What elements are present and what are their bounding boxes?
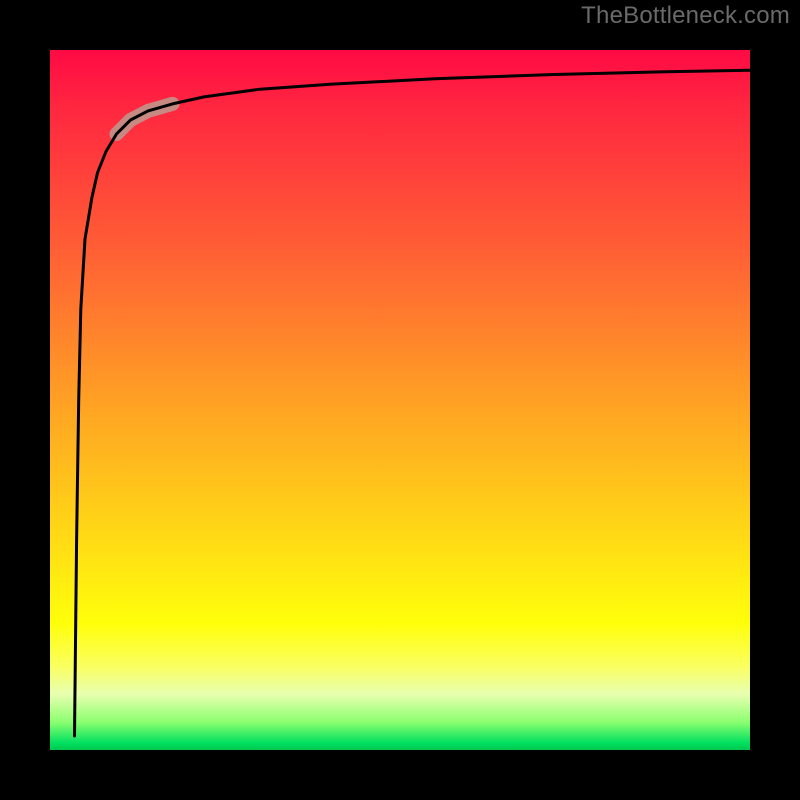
- curve-layer: [50, 50, 750, 750]
- highlight-segment: [117, 104, 173, 134]
- main-curve: [75, 70, 751, 736]
- watermark-text: TheBottleneck.com: [581, 2, 790, 30]
- chart-root: TheBottleneck.com: [0, 0, 800, 800]
